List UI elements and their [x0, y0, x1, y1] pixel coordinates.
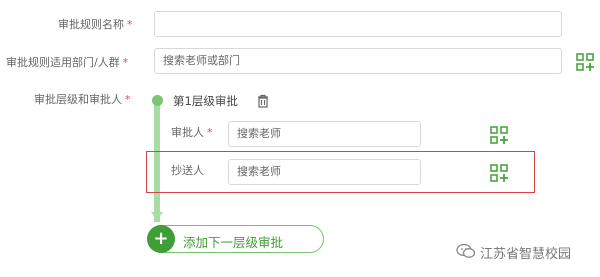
rule-name-label: 审批规则名称 * — [58, 16, 133, 32]
add-next-level-label: 添加下一层级审批 — [183, 235, 284, 250]
approver-label: 审批人 * — [171, 124, 213, 140]
cc-placeholder: 搜索老师 — [237, 165, 281, 178]
required-mark: * — [207, 126, 213, 139]
required-mark: * — [127, 18, 133, 31]
approver-search-input[interactable]: 搜索老师 — [228, 121, 421, 147]
add-next-level-button[interactable]: + 添加下一层级审批 — [147, 225, 324, 253]
rule-name-label-text: 审批规则名称 — [58, 18, 124, 31]
level-1-title: 第1层级审批 — [173, 94, 238, 108]
scope-label-text: 审批规则适用部门/人群 — [6, 56, 120, 69]
cc-add-qr-icon[interactable] — [490, 164, 508, 182]
add-member-qr-icon[interactable] — [576, 53, 594, 71]
plus-icon: + — [147, 225, 175, 253]
level-dot — [152, 95, 163, 106]
cc-search-input[interactable]: 搜索老师 — [228, 159, 421, 185]
trash-icon[interactable] — [256, 93, 270, 108]
approver-label-text: 审批人 — [171, 126, 204, 139]
cc-label: 抄送人 — [171, 162, 204, 178]
cc-label-text: 抄送人 — [171, 164, 204, 177]
scope-search-input[interactable]: 搜索老师或部门 — [154, 48, 562, 74]
scope-label: 审批规则适用部门/人群 * — [6, 54, 128, 70]
rule-name-input[interactable] — [154, 11, 562, 37]
wechat-icon — [456, 243, 476, 259]
levels-label: 审批层级和审批人 * — [34, 91, 131, 107]
timeline-arrow-icon — [151, 212, 163, 220]
scope-placeholder: 搜索老师或部门 — [163, 54, 240, 67]
required-mark: * — [125, 93, 131, 106]
approver-placeholder: 搜索老师 — [237, 127, 281, 140]
levels-label-text: 审批层级和审批人 — [34, 93, 122, 106]
approver-add-qr-icon[interactable] — [490, 126, 508, 144]
watermark-text: 江苏省智慧校园 — [480, 247, 572, 262]
required-mark: * — [122, 56, 129, 69]
